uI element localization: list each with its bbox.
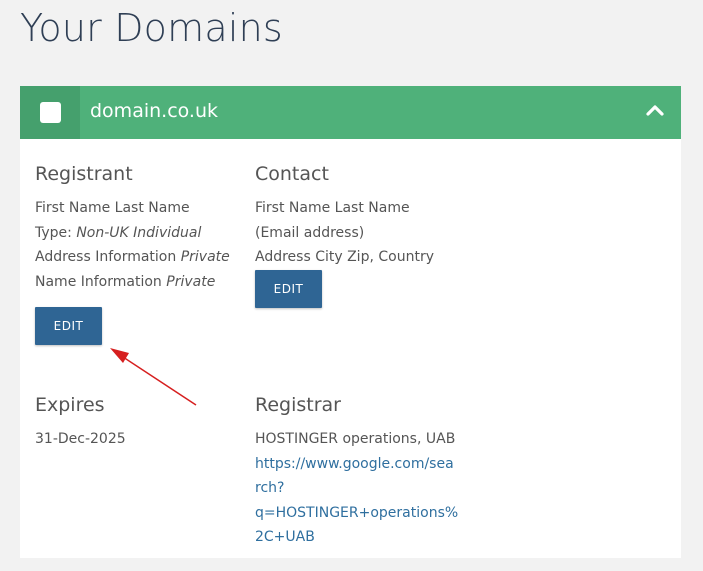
registrant-type-label: Type: [35, 224, 72, 241]
registrant-address: Address Information Private [35, 245, 230, 270]
domain-card-header[interactable]: domain.co.uk [20, 86, 681, 139]
registrant-address-value: Private [180, 249, 230, 265]
contact-email: (Email address) [255, 224, 365, 241]
registrant-address-label: Address Information [35, 249, 177, 265]
registrant-name-info: Name Information Private [35, 270, 230, 295]
expiry-date: 31-Dec-2025 [35, 431, 126, 447]
contact-address: Address City Zip, Country [255, 249, 434, 265]
registrar-url-line-3: q=HOSTINGER+operations% [255, 504, 459, 521]
checkbox-cell [20, 86, 80, 139]
registrar-heading: Registrar [255, 394, 341, 416]
contact-details: First Name Last Name (Email address) Add… [255, 196, 434, 270]
registrar-details: HOSTINGER operations, UAB https://www.go… [255, 427, 458, 550]
registrar-url-line-2: rch? [255, 480, 285, 496]
page-title: Your Domains [20, 6, 283, 50]
registrant-name-info-value: Private [166, 273, 216, 290]
contact-edit-button[interactable]: EDIT [255, 270, 322, 308]
registrant-edit-button[interactable]: EDIT [35, 307, 102, 345]
registrant-name: First Name Last Name [35, 200, 190, 216]
registrant-heading: Registrant [35, 163, 133, 185]
chevron-up-icon[interactable] [645, 100, 665, 120]
domain-card: domain.co.uk Registrant First Name Last … [20, 86, 681, 558]
registrant-type: Type: Non-UK Individual [35, 221, 230, 246]
expires-heading: Expires [35, 394, 105, 416]
select-domain-checkbox[interactable] [40, 102, 61, 123]
domain-name: domain.co.uk [90, 100, 219, 122]
contact-name: First Name Last Name [255, 200, 410, 216]
registrant-type-value: Non-UK Individual [76, 224, 202, 241]
registrant-details: First Name Last Name Type: Non-UK Indivi… [35, 196, 230, 294]
registrar-name: HOSTINGER operations, UAB [255, 431, 456, 447]
registrar-url-line-1: https://www.google.com/sea [255, 455, 454, 472]
domains-page: Your Domains domain.co.uk Registrant Fir… [0, 0, 703, 571]
registrar-url-link[interactable]: https://www.google.com/sea rch? q=HOSTIN… [255, 452, 458, 550]
registrant-name-info-label: Name Information [35, 273, 162, 290]
registrar-url-line-4: 2C+UAB [255, 529, 315, 545]
contact-heading: Contact [255, 163, 329, 185]
